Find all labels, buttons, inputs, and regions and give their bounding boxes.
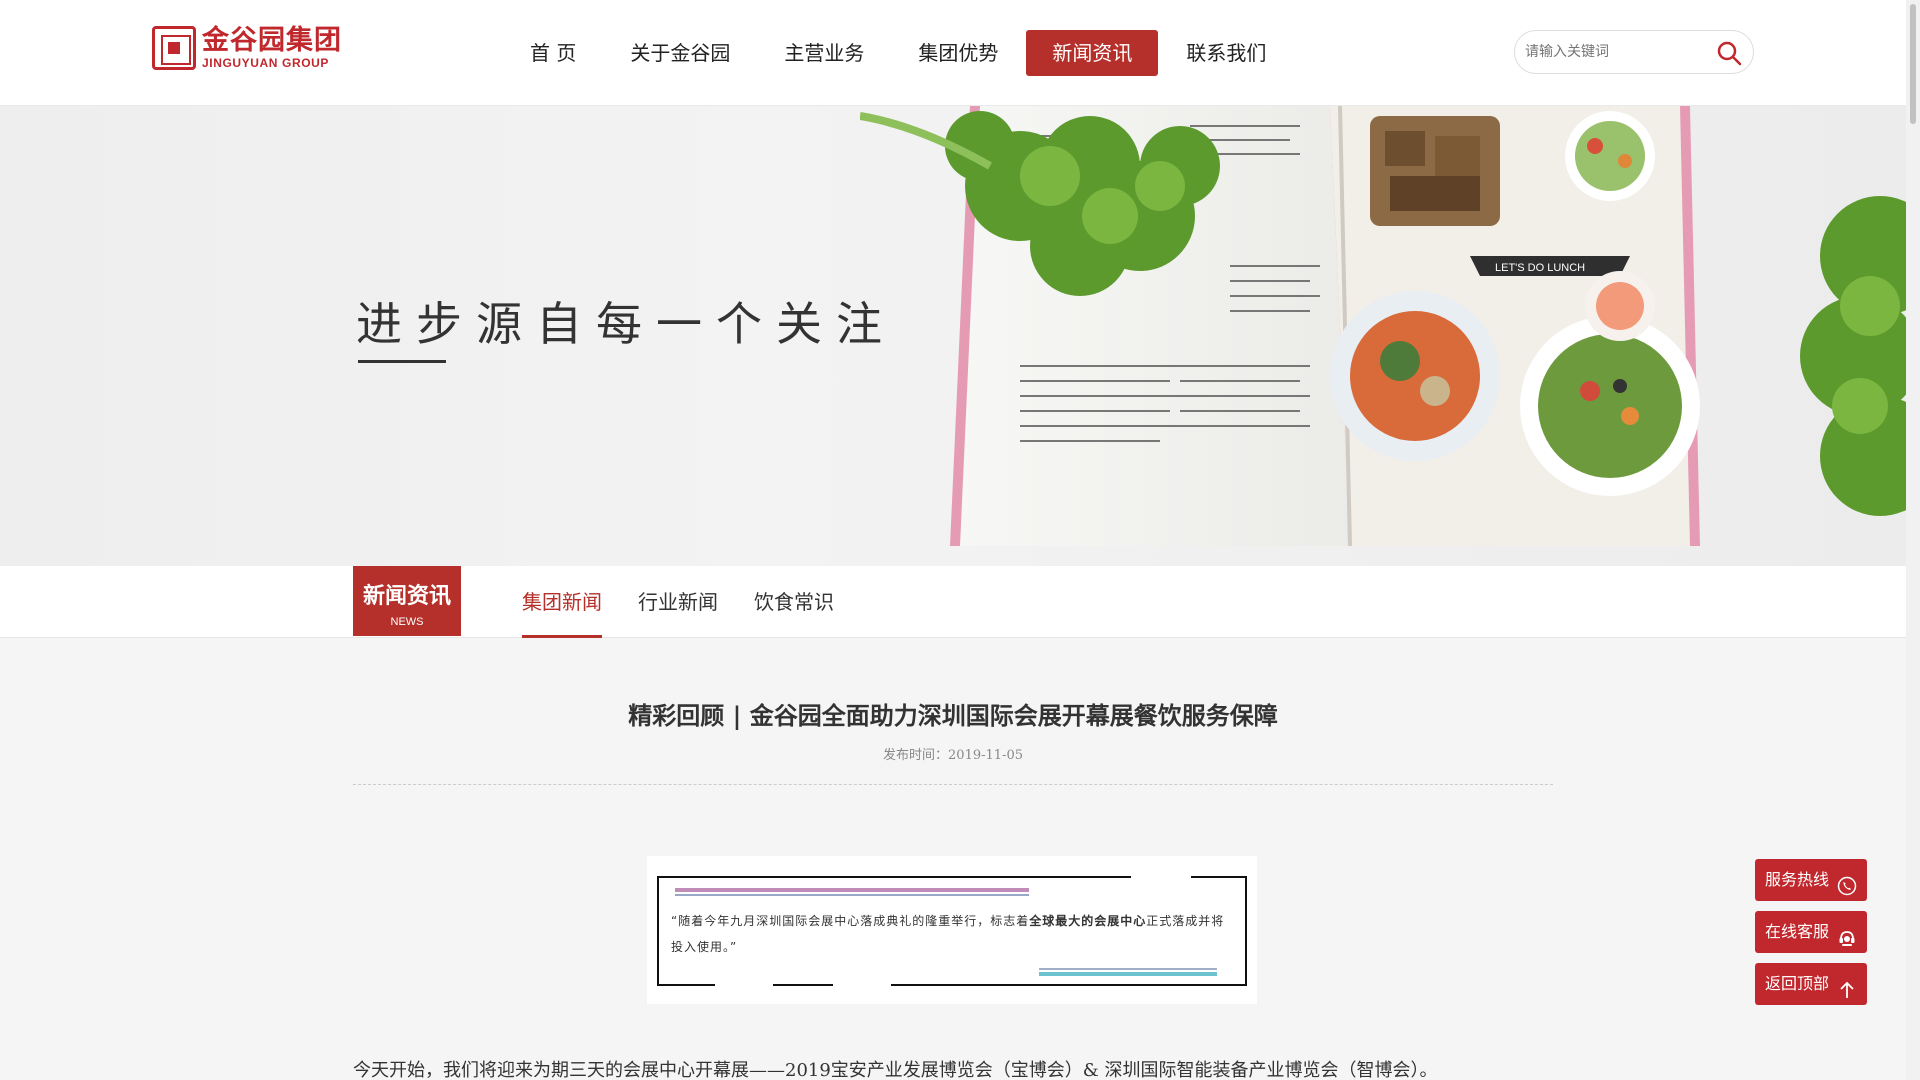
nav-item-business[interactable]: 主营业务 (758, 30, 890, 76)
article-date: 发布时间：2019-11-05 (353, 744, 1553, 763)
back-to-top-label: 返回顶部 (1765, 974, 1830, 993)
date-label: 发布时间： (883, 748, 949, 763)
lettuce-edge-image (1800, 196, 1906, 516)
section-title-en: NEWS (390, 616, 424, 628)
search-icon[interactable] (1715, 39, 1743, 67)
tab-group-news[interactable]: 集团新闻 (522, 566, 602, 638)
article-paragraph: 今天开始，我们将迎来为期三天的会展中心开幕展——2019宝安产业发展博览会（宝博… (353, 1060, 1438, 1080)
article-title: 精彩回顾 | 金谷园全面助力深圳国际会展开幕展餐饮服务保障 (628, 701, 1278, 730)
nav-item-about[interactable]: 关于金谷园 (604, 30, 756, 76)
date-value: 2019-11-05 (948, 748, 1023, 763)
tab-diet-knowledge[interactable]: 饮食常识 (754, 566, 834, 638)
online-service-button[interactable]: 在线客服 (1755, 911, 1867, 953)
nav-item-advantages[interactable]: 集团优势 (892, 30, 1024, 76)
quote-text: “随着今年九月深圳国际会展中心落成典礼的隆重举行，标志着全球最大的会展中心正式落… (671, 914, 1225, 954)
nav-item-news[interactable]: 新闻资讯 (1026, 30, 1159, 76)
arrow-up-icon (1837, 974, 1857, 998)
service-hotline-label: 服务热线 (1765, 870, 1830, 889)
article-divider (353, 784, 1553, 785)
phone-icon (1837, 870, 1857, 896)
main-nav: 首 页 关于金谷园 主营业务 集团优势 新闻资讯 联系我们 (504, 30, 1294, 76)
section-badge: 新闻资讯 NEWS (353, 566, 461, 636)
section-subnav: 新闻资讯 NEWS 集团新闻 行业新闻 饮食常识 (0, 566, 1906, 638)
back-to-top-button[interactable]: 返回顶部 (1755, 963, 1867, 1005)
quote-image: “随着今年九月深圳国际会展中心落成典礼的隆重举行，标志着全球最大的会展中心正式落… (647, 856, 1257, 1004)
quote-frame: “随着今年九月深圳国际会展中心落成典礼的隆重举行，标志着全球最大的会展中心正式落… (657, 875, 1247, 987)
online-service-label: 在线客服 (1765, 922, 1830, 941)
kale-leaves-image (860, 111, 1220, 296)
scrollbar-thumb[interactable] (1910, 4, 1916, 124)
book-label: LET'S DO LUNCH (1495, 262, 1585, 274)
nav-item-home[interactable]: 首 页 (504, 30, 602, 76)
search-box (1514, 30, 1754, 74)
section-title-cn: 新闻资讯 (362, 583, 451, 609)
slogan-underline (358, 360, 446, 363)
headset-icon (1837, 922, 1857, 946)
logo[interactable]: 金谷园集团 JINGUYUAN GROUP (152, 26, 342, 70)
logo-text-en: JINGUYUAN GROUP (202, 56, 330, 70)
tab-industry-news[interactable]: 行业新闻 (638, 566, 718, 638)
service-hotline-button[interactable]: 服务热线 (1755, 859, 1867, 901)
site-header: 金谷园集团 JINGUYUAN GROUP 首 页 关于金谷园 主营业务 集团优… (0, 0, 1906, 106)
logo-mark-icon (152, 26, 196, 70)
search-input[interactable] (1525, 39, 1705, 65)
page-scrollbar[interactable] (1906, 0, 1920, 1080)
hero-banner: LET'S DO LUNCH 进步源自每一个关注 (0, 106, 1906, 566)
banner-slogan: 进步源自每一个关注 (356, 297, 896, 351)
nav-item-contact[interactable]: 联系我们 (1160, 30, 1292, 76)
quote-highlight: 全球最大的会展中心 (1029, 914, 1147, 928)
news-tabs: 集团新闻 行业新闻 饮食常识 (522, 566, 870, 638)
logo-text-cn: 金谷园集团 (202, 25, 342, 56)
